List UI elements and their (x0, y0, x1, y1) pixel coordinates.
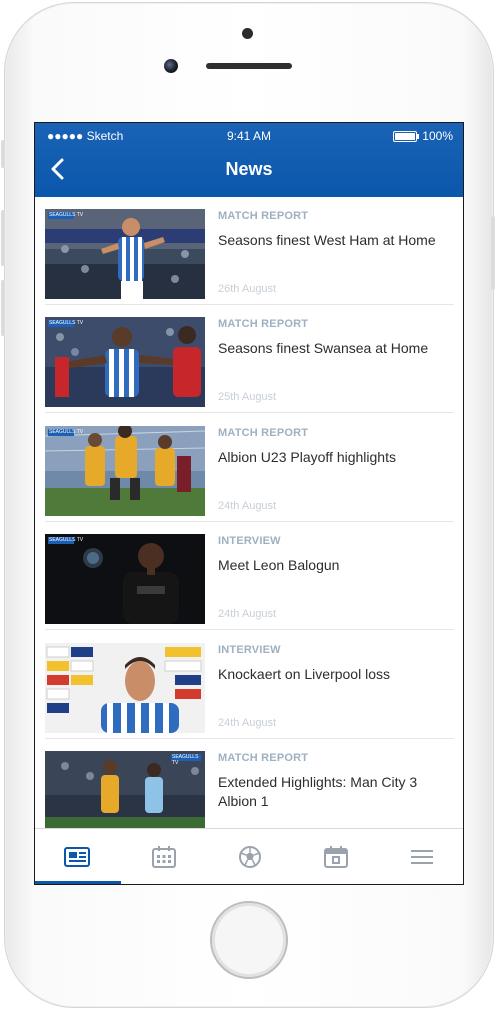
article-title: Knockaert on Liverpool loss (218, 666, 390, 682)
power-button (491, 216, 495, 290)
calendar-grid-icon (152, 845, 176, 868)
article-thumbnail: SEAGULLS TV (45, 426, 205, 516)
article-thumbnail: SEAGULLS TV (45, 317, 205, 407)
thumb-badge: SEAGULLS TV (49, 212, 84, 218)
thumb-badge: SEAGULLS TV (172, 754, 199, 766)
news-item[interactable]: SEAGULLS TV MATCH REPORT Seasons finest … (45, 197, 454, 305)
article-category: MATCH REPORT (218, 318, 309, 330)
article-thumbnail: SEAGULLS TV (45, 209, 205, 299)
article-title: Seasons finest West Ham at Home (218, 232, 436, 248)
volume-down-button (1, 280, 5, 336)
article-date: 24th August (218, 717, 277, 729)
article-title: Seasons finest Swansea at Home (218, 340, 429, 356)
app-screen: ●●●●● Sketch 9:41 AM 100% News SEAGULLS … (34, 122, 464, 885)
nav-header: ●●●●● Sketch 9:41 AM 100% News (35, 123, 463, 197)
article-category: MATCH REPORT (218, 752, 309, 764)
article-date: 25th August (218, 391, 277, 403)
battery-icon (393, 130, 420, 142)
tab-menu[interactable] (379, 829, 463, 884)
article-category: INTERVIEW (218, 535, 281, 547)
proximity-sensor (242, 28, 253, 39)
tab-fixtures[interactable] (121, 829, 207, 884)
status-bar: ●●●●● Sketch 9:41 AM 100% (35, 129, 463, 145)
football-icon (239, 845, 261, 868)
article-category: MATCH REPORT (218, 210, 309, 222)
news-item[interactable]: SEAGULLS TV MATCH REPORT Seasons finest … (45, 305, 454, 413)
news-item[interactable]: SEAGULLS TV MATCH REPORT Albion U23 Play… (45, 414, 454, 522)
tab-events[interactable] (293, 829, 379, 884)
calendar-icon (324, 845, 348, 868)
tab-match[interactable] (207, 829, 293, 884)
earpiece-speaker (206, 63, 292, 69)
article-category: MATCH REPORT (218, 427, 309, 439)
battery-indicator: 100% (393, 129, 453, 143)
tab-news[interactable] (35, 829, 121, 884)
article-thumbnail: SEAGULLS TV (45, 534, 205, 624)
thumb-badge: SEAGULLS TV (49, 429, 84, 435)
article-title: Extended Highlights: Man City 3 Albion 1 (218, 774, 418, 809)
page-title: News (225, 159, 273, 179)
article-title: Albion U23 Playoff highlights (218, 449, 396, 465)
hamburger-menu-icon (411, 849, 433, 864)
newspaper-icon (64, 846, 90, 867)
article-date: 24th August (218, 608, 277, 620)
article-title: Meet Leon Balogun (218, 557, 340, 573)
active-tab-indicator (35, 881, 121, 884)
tab-bar (35, 828, 463, 884)
article-thumbnail (45, 643, 205, 733)
news-item[interactable]: SEAGULLS TV INTERVIEW Meet Leon Balogun … (45, 522, 454, 630)
thumb-badge: SEAGULLS TV (49, 320, 84, 326)
thumb-badge: SEAGULLS TV (49, 537, 84, 543)
article-thumbnail: SEAGULLS TV (45, 751, 205, 831)
news-item[interactable]: SEAGULLS TV MATCH REPORT Extended Highli… (45, 739, 454, 831)
article-category: INTERVIEW (218, 644, 281, 656)
article-date: 24th August (218, 500, 277, 512)
front-camera (164, 59, 178, 73)
news-list[interactable]: SEAGULLS TV MATCH REPORT Seasons finest … (35, 197, 463, 831)
silent-switch (1, 140, 5, 168)
news-item[interactable]: INTERVIEW Knockaert on Liverpool loss 24… (45, 631, 454, 739)
battery-percent: 100% (422, 129, 453, 143)
article-date: 26th August (218, 283, 277, 295)
volume-up-button (1, 210, 5, 266)
home-button[interactable] (210, 901, 288, 979)
